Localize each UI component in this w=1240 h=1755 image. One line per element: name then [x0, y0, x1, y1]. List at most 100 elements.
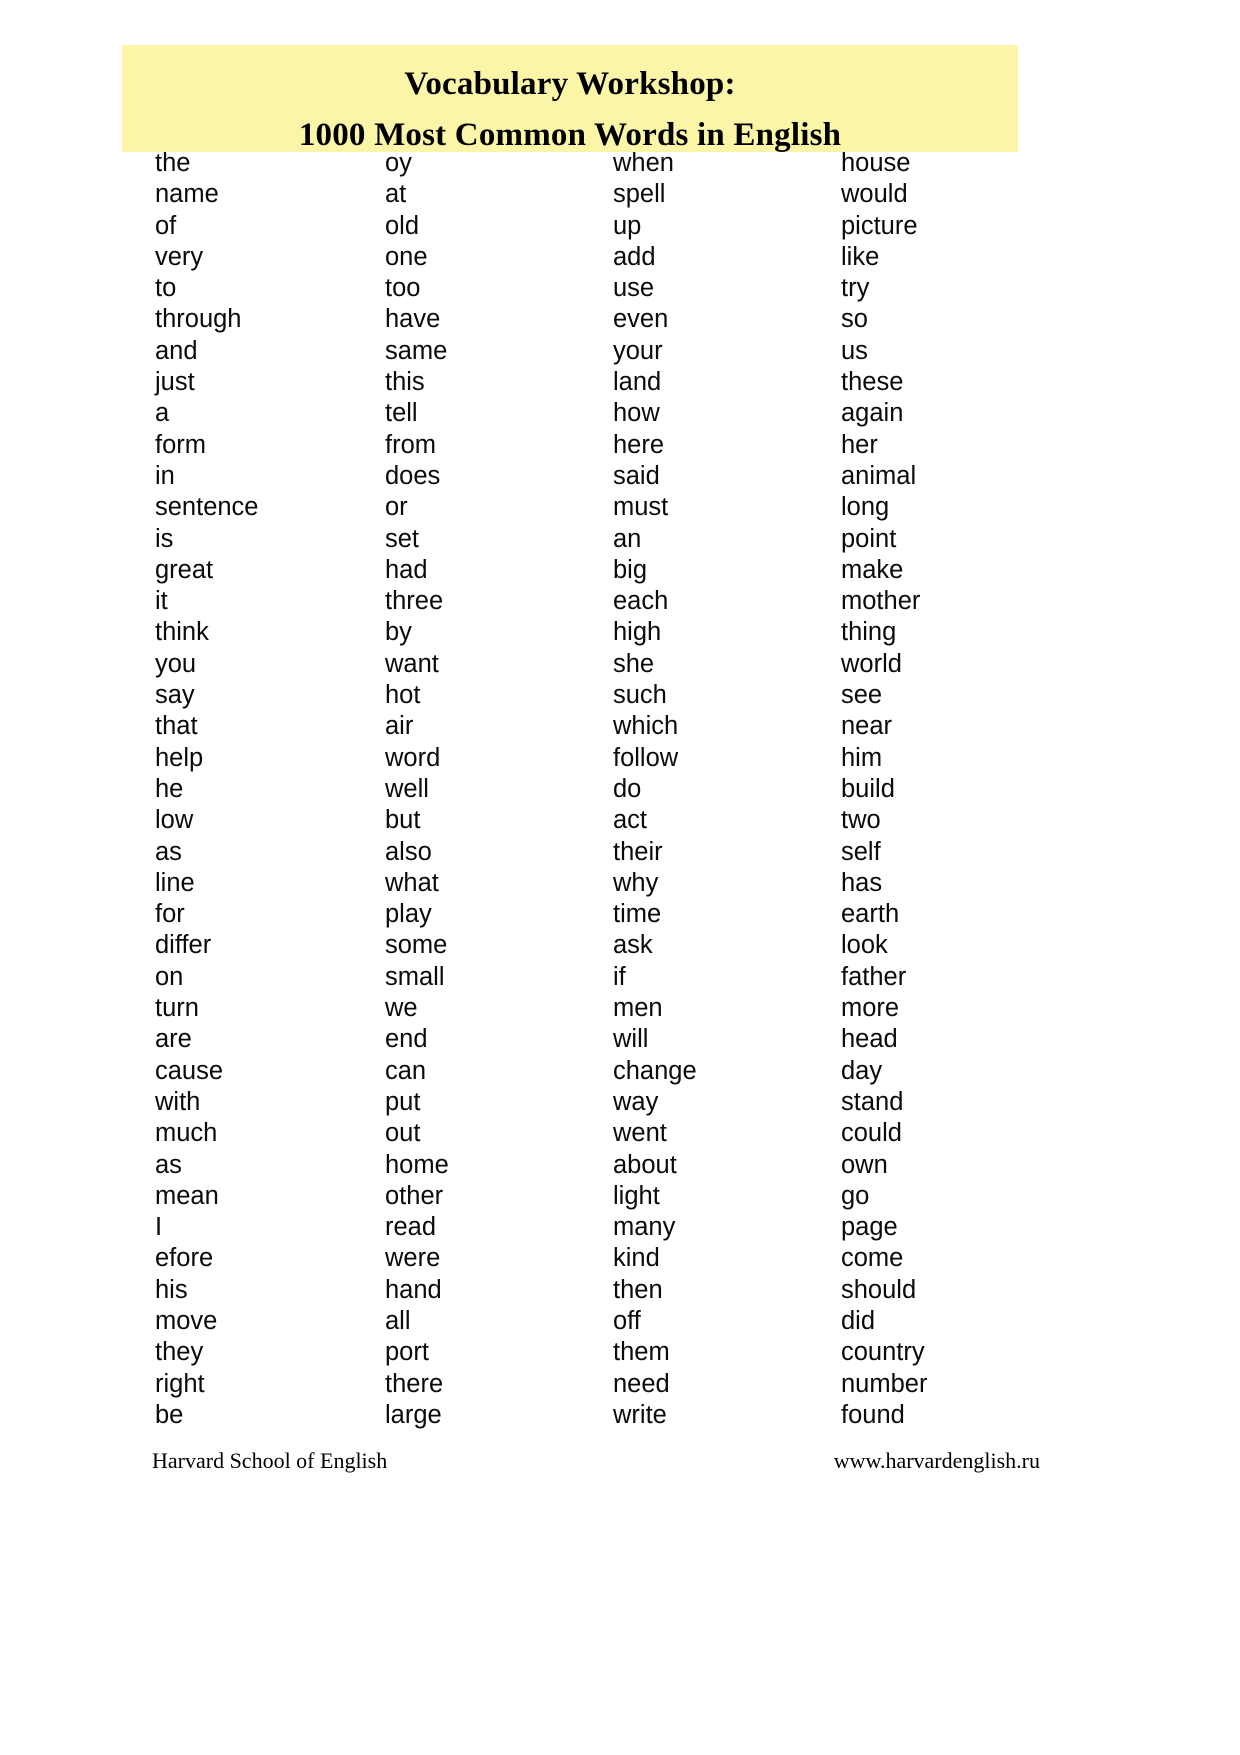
word-list-item: I [155, 1213, 163, 1242]
word-list-item: are [155, 1025, 192, 1054]
word-list-item: earth [841, 900, 900, 929]
word-list-item: very [155, 242, 204, 271]
word-list-item: hot [385, 681, 421, 710]
word-list-item: here [613, 430, 665, 459]
word-list-item: also [385, 837, 432, 866]
document-footer: Harvard School of English www.harvardeng… [152, 1448, 1040, 1474]
word-list-item: why [613, 868, 659, 897]
word-list-item: that [155, 712, 198, 741]
word-list-item: by [385, 618, 412, 647]
word-list-item: two [841, 806, 881, 835]
word-list-item: mother [841, 587, 921, 616]
word-list-item: air [385, 712, 414, 741]
word-list-item: make [841, 555, 904, 584]
word-list-item: large [385, 1400, 442, 1429]
word-list-item: a [155, 399, 170, 428]
word-list-item: then [613, 1275, 663, 1304]
word-list-item: try [841, 274, 870, 303]
word-list-item: did [841, 1306, 876, 1335]
word-list-item: need [613, 1369, 670, 1398]
word-list-item: big [613, 555, 648, 584]
word-list-item: kind [613, 1244, 660, 1273]
word-list-item: think [155, 618, 209, 647]
word-list-item: tell [385, 399, 418, 428]
word-list-item: at [385, 180, 407, 209]
word-list-item: they [155, 1338, 204, 1367]
word-column-3: when spell up add use even your land how here said… [613, 148, 841, 1431]
word-list-item: same [385, 336, 448, 365]
word-list-item: add [613, 242, 656, 271]
word-list-item: out [385, 1119, 421, 1148]
word-list-item: must [613, 493, 669, 522]
word-list-item: house [841, 149, 911, 177]
word-list-item: hand [385, 1275, 442, 1304]
word-list-item: name [155, 180, 219, 209]
word-column-1: the name of very to through and just a form in sent… [155, 148, 385, 1431]
word-list-item: turn [155, 994, 199, 1023]
word-column-2: oy at old one too have same this tell from does or s… [385, 148, 613, 1431]
word-list-item: page [841, 1213, 898, 1242]
footer-website: www.harvardenglish.ru [833, 1448, 1040, 1473]
word-list-item: write [613, 1400, 667, 1429]
word-list-item: does [385, 461, 441, 490]
word-list-item: from [385, 430, 436, 459]
word-list-item: long [841, 493, 890, 522]
word-list-item: we [385, 994, 418, 1023]
word-list-item: through [155, 305, 242, 334]
word-list-item: about [613, 1150, 677, 1179]
word-list-item: for [155, 900, 185, 929]
word-list-item: their [613, 837, 663, 866]
word-list-item: head [841, 1025, 898, 1054]
word-list-item: see [841, 681, 883, 710]
word-list-item: one [385, 242, 428, 271]
word-list-grid: the name of very to through and just a form in sent… [0, 148, 1240, 1431]
word-list-item: all [385, 1306, 411, 1335]
word-list-item: go [841, 1181, 870, 1210]
word-list-item: cause [155, 1056, 224, 1085]
word-list-item: but [385, 806, 421, 835]
word-list-item: play [385, 900, 432, 929]
word-list-item: be [155, 1400, 184, 1429]
word-list-item: do [613, 774, 642, 803]
word-list-item: of [155, 211, 177, 240]
word-list-item: number [841, 1369, 928, 1398]
word-list-item: picture [841, 211, 918, 240]
word-list-item: such [613, 681, 667, 710]
word-list-item: great [155, 555, 214, 584]
word-list-item: so [841, 305, 868, 334]
word-list-item: look [841, 931, 888, 960]
document-page: Vocabulary Workshop: 1000 Most Common Wo… [0, 0, 1240, 1755]
word-list-item: differ [155, 931, 212, 960]
word-list-item: it [155, 587, 168, 616]
word-list-item: act [613, 806, 648, 835]
word-list-item: just [155, 368, 195, 397]
word-list-item: his [155, 1275, 188, 1304]
word-list-item: were [385, 1244, 441, 1273]
word-list-item: your [613, 336, 663, 365]
word-list-item: have [385, 305, 441, 334]
word-list-item: can [385, 1056, 427, 1085]
document-title-banner: Vocabulary Workshop: 1000 Most Common Wo… [122, 45, 1018, 153]
word-list-item: oy [385, 149, 412, 177]
word-list-item: well [385, 774, 429, 803]
word-list-item: build [841, 774, 895, 803]
word-list-item: in [155, 461, 175, 490]
word-list-item: stand [841, 1087, 904, 1116]
word-list-item: self [841, 837, 881, 866]
word-list-item: right [155, 1369, 205, 1398]
word-list-item: should [841, 1275, 917, 1304]
word-list-item: off [613, 1306, 641, 1335]
word-list-item: had [385, 555, 428, 584]
word-list-item: other [385, 1181, 444, 1210]
word-list-item: thing [841, 618, 897, 647]
word-list-item: end [385, 1025, 428, 1054]
word-list-item: her [841, 430, 878, 459]
word-list-item: set [385, 524, 420, 553]
word-list-item: there [385, 1369, 444, 1398]
word-list-item: us [841, 336, 868, 365]
word-list-item: use [613, 274, 655, 303]
word-list-item: change [613, 1056, 697, 1085]
word-list-item: he [155, 774, 184, 803]
word-list-item: day [841, 1056, 883, 1085]
word-list-item: old [385, 211, 420, 240]
